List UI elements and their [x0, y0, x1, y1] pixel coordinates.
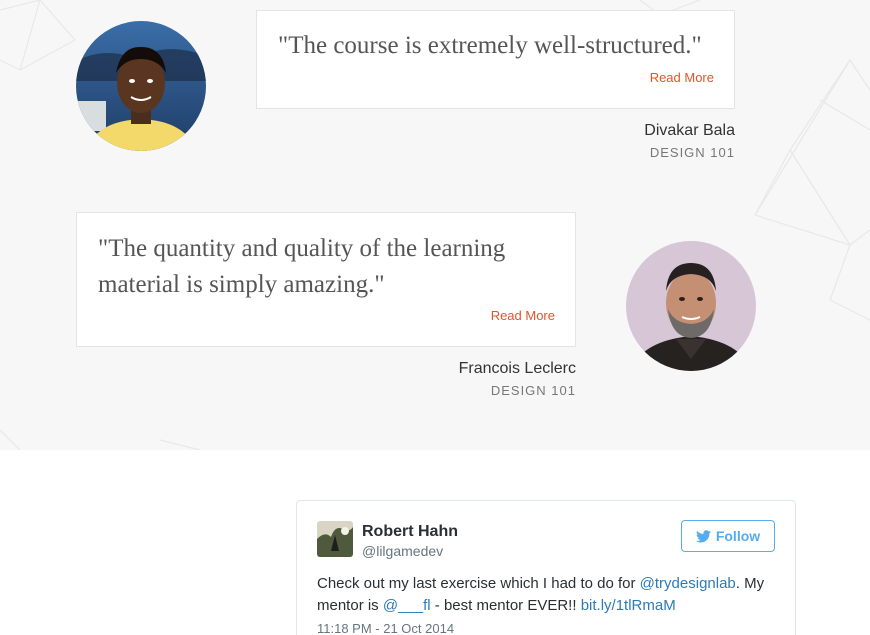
tweet-text: Check out my last exercise which I had t… [317, 573, 787, 617]
tweet-mention-link[interactable]: @trydesignlab [640, 575, 736, 592]
author-course: DESIGN 101 [490, 383, 576, 398]
tweet-mention-link[interactable]: @___fl [383, 597, 431, 614]
tweet-author-avatar[interactable] [317, 521, 353, 557]
testimonials-section: "The course is extremely well-structured… [0, 0, 870, 450]
twitter-bird-icon [695, 529, 711, 542]
read-more-link[interactable]: Read More [491, 308, 555, 323]
testimonial-quote: "The quantity and quality of the learnin… [98, 235, 506, 298]
tweet-text-part: Check out my last exercise which I had t… [317, 575, 640, 592]
tweet-author-name[interactable]: Robert Hahn [362, 523, 458, 541]
testimonial-author: Divakar Bala DESIGN 101 [556, 122, 735, 160]
author-course: DESIGN 101 [649, 145, 735, 160]
tweet-timestamp[interactable]: 11:18 PM - 21 Oct 2014 [317, 621, 454, 635]
testimonial-avatar-francois [626, 241, 756, 371]
author-name: Divakar Bala [644, 122, 735, 139]
testimonial-quote-box: "The course is extremely well-structured… [256, 10, 735, 109]
testimonial-author: Francois Leclerc DESIGN 101 [376, 360, 576, 398]
follow-label: Follow [715, 528, 761, 544]
embedded-tweet-card: Robert Hahn @lilgamedev Follow Check out… [296, 500, 796, 635]
read-more-link[interactable]: Read More [650, 70, 714, 85]
testimonial-avatar-divakar [76, 21, 206, 151]
tweet-url-link[interactable]: bit.ly/1tlRmaM [581, 597, 676, 614]
testimonial-quote-box: "The quantity and quality of the learnin… [76, 212, 576, 347]
author-name: Francois Leclerc [458, 360, 576, 377]
tweet-text-part: - best mentor EVER!! [430, 597, 581, 614]
testimonial-quote: "The course is extremely well-structured… [278, 32, 702, 59]
tweet-author-handle[interactable]: @lilgamedev [362, 543, 443, 559]
follow-button[interactable]: Follow [681, 520, 775, 552]
